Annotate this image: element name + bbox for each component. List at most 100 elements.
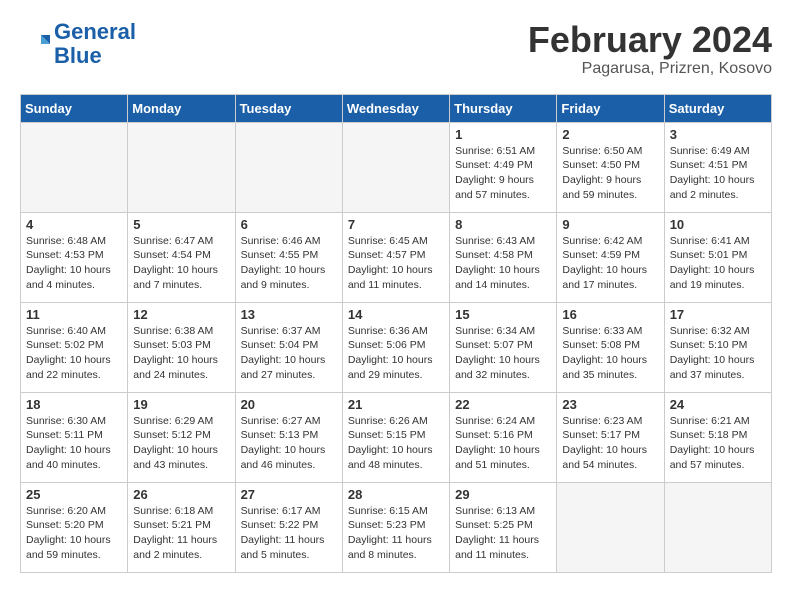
calendar-week-1: 1 Sunrise: 6:51 AM Sunset: 4:49 PM Daylig…: [21, 122, 772, 212]
weekday-header-row: SundayMondayTuesdayWednesdayThursdayFrid…: [21, 94, 772, 122]
calendar-day-13: 13Sunrise: 6:37 AM Sunset: 5:04 PM Dayli…: [235, 302, 342, 392]
day-info: Sunrise: 6:36 AM Sunset: 5:06 PM Dayligh…: [348, 324, 444, 383]
day-info: Sunrise: 6:33 AM Sunset: 5:08 PM Dayligh…: [562, 324, 658, 383]
day-info: Sunrise: 6:23 AM Sunset: 5:17 PM Dayligh…: [562, 414, 658, 473]
calendar-table: SundayMondayTuesdayWednesdayThursdayFrid…: [20, 94, 772, 573]
calendar-day-3: 3 Sunrise: 6:49 AM Sunset: 4:51 PM Daylig…: [664, 122, 771, 212]
day-info: Sunrise: 6:13 AM Sunset: 5:25 PM Dayligh…: [455, 504, 551, 563]
calendar-day-25: 25 Sunrise: 6:20 AM Sunset: 5:20 PM Dayli…: [21, 482, 128, 572]
day-number: 16: [562, 307, 658, 322]
day-info: Sunrise: 6:45 AM Sunset: 4:57 PM Dayligh…: [348, 234, 444, 293]
day-number: 19: [133, 397, 229, 412]
day-info: Sunrise: 6:20 AM Sunset: 5:20 PM Dayligh…: [26, 504, 122, 563]
logo: General Blue: [20, 20, 136, 68]
calendar-day-4: 4 Sunrise: 6:48 AM Sunset: 4:53 PM Daylig…: [21, 212, 128, 302]
day-number: 3: [670, 127, 766, 142]
day-info: Sunrise: 6:26 AM Sunset: 5:15 PM Dayligh…: [348, 414, 444, 473]
month-title: February 2024: [528, 20, 772, 60]
day-info: Sunrise: 6:18 AM Sunset: 5:21 PM Dayligh…: [133, 504, 229, 563]
calendar-day-19: 19 Sunrise: 6:29 AM Sunset: 5:12 PM Dayli…: [128, 392, 235, 482]
day-info: Sunrise: 6:30 AM Sunset: 5:11 PM Dayligh…: [26, 414, 122, 473]
calendar-day-12: 12 Sunrise: 6:38 AM Sunset: 5:03 PM Dayli…: [128, 302, 235, 392]
calendar-day-7: 7Sunrise: 6:45 AM Sunset: 4:57 PM Daylig…: [342, 212, 449, 302]
calendar-day-27: 27 Sunrise: 6:17 AM Sunset: 5:22 PM Dayli…: [235, 482, 342, 572]
day-info: Sunrise: 6:48 AM Sunset: 4:53 PM Dayligh…: [26, 234, 122, 293]
day-number: 2: [562, 127, 658, 142]
calendar-day-20: 20Sunrise: 6:27 AM Sunset: 5:13 PM Dayli…: [235, 392, 342, 482]
calendar-empty: [21, 122, 128, 212]
calendar-week-5: 25 Sunrise: 6:20 AM Sunset: 5:20 PM Dayli…: [21, 482, 772, 572]
calendar-day-28: 28Sunrise: 6:15 AM Sunset: 5:23 PM Dayli…: [342, 482, 449, 572]
day-number: 24: [670, 397, 766, 412]
day-info: Sunrise: 6:40 AM Sunset: 5:02 PM Dayligh…: [26, 324, 122, 383]
calendar-day-14: 14 Sunrise: 6:36 AM Sunset: 5:06 PM Dayli…: [342, 302, 449, 392]
calendar-empty: [128, 122, 235, 212]
calendar-day-9: 9Sunrise: 6:42 AM Sunset: 4:59 PM Daylig…: [557, 212, 664, 302]
calendar-empty: [664, 482, 771, 572]
calendar-day-10: 10 Sunrise: 6:41 AM Sunset: 5:01 PM Dayli…: [664, 212, 771, 302]
location-subtitle: Pagarusa, Prizren, Kosovo: [528, 60, 772, 78]
day-info: Sunrise: 6:32 AM Sunset: 5:10 PM Dayligh…: [670, 324, 766, 383]
day-number: 18: [26, 397, 122, 412]
day-number: 29: [455, 487, 551, 502]
day-info: Sunrise: 6:29 AM Sunset: 5:12 PM Dayligh…: [133, 414, 229, 473]
calendar-week-4: 18 Sunrise: 6:30 AM Sunset: 5:11 PM Dayli…: [21, 392, 772, 482]
day-number: 27: [241, 487, 337, 502]
day-number: 10: [670, 217, 766, 232]
calendar-day-21: 21 Sunrise: 6:26 AM Sunset: 5:15 PM Dayli…: [342, 392, 449, 482]
day-number: 25: [26, 487, 122, 502]
calendar-empty: [342, 122, 449, 212]
day-info: Sunrise: 6:17 AM Sunset: 5:22 PM Dayligh…: [241, 504, 337, 563]
day-number: 20: [241, 397, 337, 412]
logo-icon: [20, 29, 50, 59]
calendar-day-23: 23 Sunrise: 6:23 AM Sunset: 5:17 PM Dayli…: [557, 392, 664, 482]
day-number: 8: [455, 217, 551, 232]
day-number: 21: [348, 397, 444, 412]
weekday-header-friday: Friday: [557, 94, 664, 122]
day-number: 11: [26, 307, 122, 322]
day-info: Sunrise: 6:34 AM Sunset: 5:07 PM Dayligh…: [455, 324, 551, 383]
day-number: 4: [26, 217, 122, 232]
calendar-week-2: 4 Sunrise: 6:48 AM Sunset: 4:53 PM Daylig…: [21, 212, 772, 302]
calendar-day-5: 5Sunrise: 6:47 AM Sunset: 4:54 PM Daylig…: [128, 212, 235, 302]
day-info: Sunrise: 6:42 AM Sunset: 4:59 PM Dayligh…: [562, 234, 658, 293]
weekday-header-thursday: Thursday: [450, 94, 557, 122]
day-number: 12: [133, 307, 229, 322]
weekday-header-tuesday: Tuesday: [235, 94, 342, 122]
weekday-header-wednesday: Wednesday: [342, 94, 449, 122]
page-header: General Blue February 2024 Pagarusa, Pri…: [20, 20, 772, 78]
day-number: 14: [348, 307, 444, 322]
calendar-day-22: 22Sunrise: 6:24 AM Sunset: 5:16 PM Dayli…: [450, 392, 557, 482]
day-info: Sunrise: 6:21 AM Sunset: 5:18 PM Dayligh…: [670, 414, 766, 473]
day-number: 15: [455, 307, 551, 322]
day-number: 23: [562, 397, 658, 412]
day-info: Sunrise: 6:43 AM Sunset: 4:58 PM Dayligh…: [455, 234, 551, 293]
calendar-day-24: 24 Sunrise: 6:21 AM Sunset: 5:18 PM Dayli…: [664, 392, 771, 482]
calendar-day-18: 18 Sunrise: 6:30 AM Sunset: 5:11 PM Dayli…: [21, 392, 128, 482]
calendar-day-6: 6 Sunrise: 6:46 AM Sunset: 4:55 PM Daylig…: [235, 212, 342, 302]
day-info: Sunrise: 6:47 AM Sunset: 4:54 PM Dayligh…: [133, 234, 229, 293]
day-info: Sunrise: 6:50 AM Sunset: 4:50 PM Dayligh…: [562, 144, 658, 203]
calendar-empty: [557, 482, 664, 572]
day-number: 1: [455, 127, 551, 142]
day-info: Sunrise: 6:24 AM Sunset: 5:16 PM Dayligh…: [455, 414, 551, 473]
calendar-day-17: 17Sunrise: 6:32 AM Sunset: 5:10 PM Dayli…: [664, 302, 771, 392]
day-number: 26: [133, 487, 229, 502]
day-info: Sunrise: 6:51 AM Sunset: 4:49 PM Dayligh…: [455, 144, 551, 203]
title-block: February 2024 Pagarusa, Prizren, Kosovo: [528, 20, 772, 78]
calendar-day-1: 1 Sunrise: 6:51 AM Sunset: 4:49 PM Daylig…: [450, 122, 557, 212]
calendar-day-16: 16 Sunrise: 6:33 AM Sunset: 5:08 PM Dayli…: [557, 302, 664, 392]
day-info: Sunrise: 6:49 AM Sunset: 4:51 PM Dayligh…: [670, 144, 766, 203]
calendar-day-15: 15 Sunrise: 6:34 AM Sunset: 5:07 PM Dayli…: [450, 302, 557, 392]
weekday-header-monday: Monday: [128, 94, 235, 122]
day-number: 6: [241, 217, 337, 232]
day-info: Sunrise: 6:38 AM Sunset: 5:03 PM Dayligh…: [133, 324, 229, 383]
day-info: Sunrise: 6:41 AM Sunset: 5:01 PM Dayligh…: [670, 234, 766, 293]
day-info: Sunrise: 6:15 AM Sunset: 5:23 PM Dayligh…: [348, 504, 444, 563]
calendar-empty: [235, 122, 342, 212]
calendar-day-2: 2 Sunrise: 6:50 AM Sunset: 4:50 PM Daylig…: [557, 122, 664, 212]
calendar-day-11: 11 Sunrise: 6:40 AM Sunset: 5:02 PM Dayli…: [21, 302, 128, 392]
day-info: Sunrise: 6:46 AM Sunset: 4:55 PM Dayligh…: [241, 234, 337, 293]
calendar-day-8: 8 Sunrise: 6:43 AM Sunset: 4:58 PM Daylig…: [450, 212, 557, 302]
logo-text: General Blue: [54, 20, 136, 68]
